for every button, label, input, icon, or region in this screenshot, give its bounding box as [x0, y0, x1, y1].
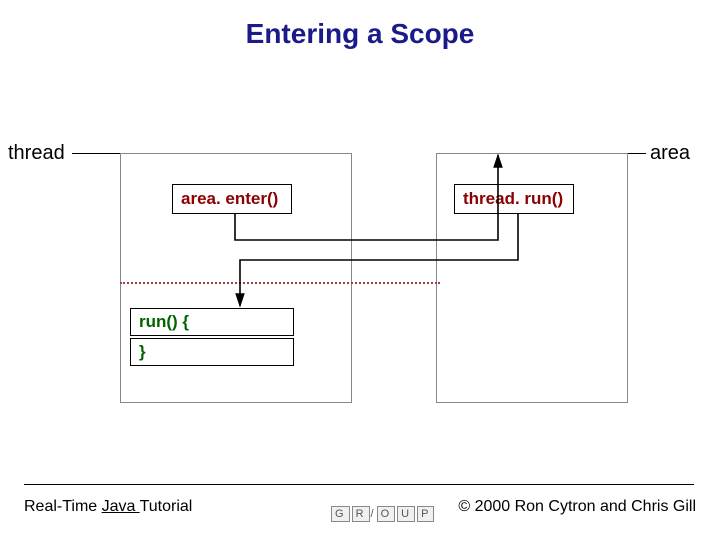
- area-label: area: [650, 142, 690, 165]
- footer-prefix: Real-Time: [24, 498, 102, 515]
- logo-letter: P: [417, 506, 434, 522]
- run-method-close: }: [130, 338, 294, 366]
- call-thread-run: thread. run(): [454, 184, 574, 214]
- logo-letter: R: [352, 506, 370, 522]
- footer-logo: GR/OUP: [330, 506, 435, 522]
- return-dotted-line: [120, 282, 440, 284]
- thread-lifeline-connector: [72, 153, 122, 154]
- footer-copyright: © 2000 Ron Cytron and Chris Gill: [458, 498, 696, 516]
- slide-title: Entering a Scope: [0, 18, 720, 50]
- logo-letter: G: [331, 506, 350, 522]
- footer-java-link[interactable]: Java: [102, 498, 140, 515]
- area-lifeline-connector: [626, 153, 646, 154]
- logo-letter: O: [377, 506, 396, 522]
- logo-letter: U: [397, 506, 415, 522]
- footer-divider: [24, 484, 694, 485]
- run-method-open: run() {: [130, 308, 294, 336]
- footer-tutorial-title: Real-Time Java Tutorial: [24, 498, 192, 516]
- thread-label: thread: [8, 142, 65, 165]
- logo-slash: /: [371, 508, 376, 520]
- footer-suffix: Tutorial: [140, 498, 193, 515]
- call-area-enter: area. enter(): [172, 184, 292, 214]
